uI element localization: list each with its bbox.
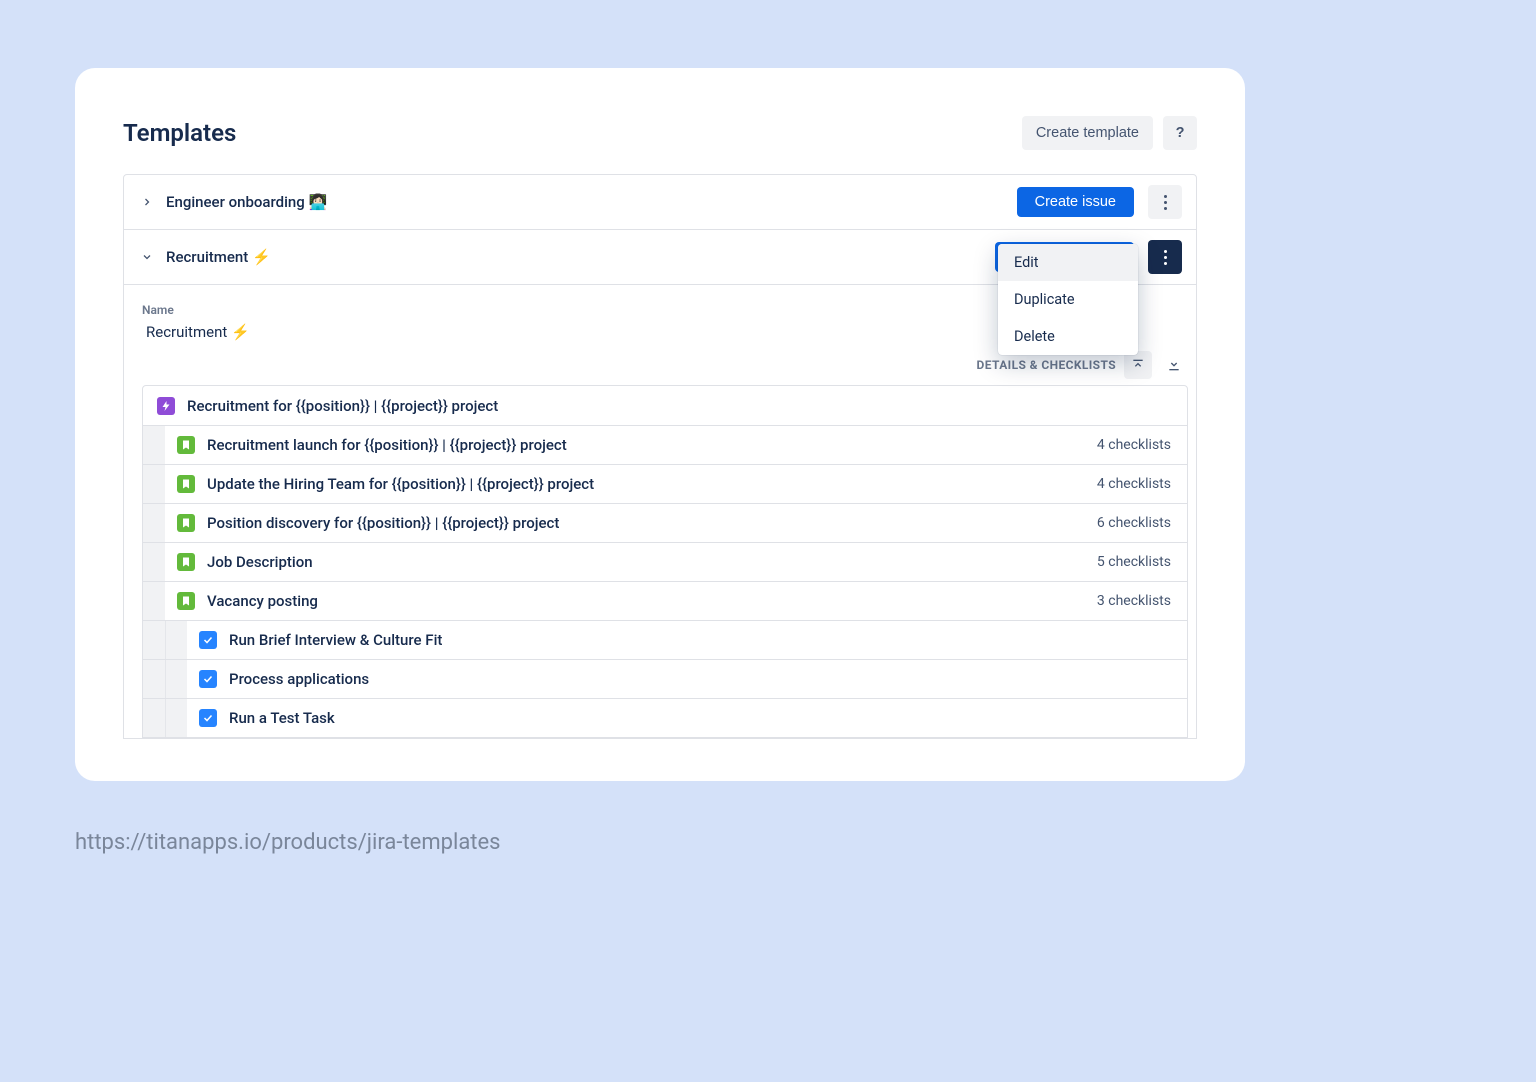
template-row-left[interactable]: Engineer onboarding 👩🏻‍💻 [138,193,327,211]
source-url-caption: https://titanapps.io/products/jira-templ… [75,830,501,855]
menu-item-duplicate[interactable]: Duplicate [998,281,1138,318]
kebab-icon [1164,250,1167,265]
story-icon [177,436,195,454]
story-icon [177,514,195,532]
template-row: Engineer onboarding 👩🏻‍💻 Create issue [124,175,1196,230]
tree-row-story[interactable]: Vacancy posting 3 checklists [143,581,1187,620]
details-checklists-bar: DETAILS & CHECKLISTS [138,351,1196,379]
menu-item-delete[interactable]: Delete [998,318,1138,355]
template-more-button[interactable] [1148,240,1182,274]
tree-title: Recruitment launch for {{position}} | {{… [207,436,567,454]
tree-title: Recruitment for {{position}} | {{project… [187,397,498,415]
template-more-button[interactable] [1148,185,1182,219]
details-checklists-label: DETAILS & CHECKLISTS [977,358,1116,372]
task-icon [199,670,217,688]
tree-title: Job Description [207,553,313,571]
checklist-count: 4 checklists [1097,476,1171,492]
chevron-right-icon [138,193,156,211]
menu-item-edit[interactable]: Edit [998,244,1138,281]
story-icon [177,475,195,493]
tree-title: Position discovery for {{position}} | {{… [207,514,559,532]
issue-tree: Recruitment for {{position}} | {{project… [142,385,1188,738]
header: Templates Create template ? [123,116,1197,150]
checklist-count: 3 checklists [1097,593,1171,609]
tree-title: Update the Hiring Team for {{position}} … [207,475,594,493]
story-icon [177,592,195,610]
tree-row-epic[interactable]: Recruitment for {{position}} | {{project… [143,386,1187,425]
task-icon [199,709,217,727]
tree-row-story[interactable]: Position discovery for {{position}} | {{… [143,503,1187,542]
page-title: Templates [123,119,236,147]
tree-row-task[interactable]: Run Brief Interview & Culture Fit [143,620,1187,659]
help-button[interactable]: ? [1163,116,1197,150]
tree-row-task[interactable]: Process applications [143,659,1187,698]
create-template-button[interactable]: Create template [1022,116,1153,150]
checklist-count: 6 checklists [1097,515,1171,531]
header-actions: Create template ? [1022,116,1197,150]
collapse-all-button[interactable] [1124,351,1152,379]
template-row: Recruitment ⚡ Create issue Edit Duplicat… [124,230,1196,285]
tree-title: Vacancy posting [207,592,318,610]
template-row-left[interactable]: Recruitment ⚡ [138,248,271,266]
epic-icon [157,397,175,415]
tree-title: Run Brief Interview & Culture Fit [229,631,442,649]
context-menu: Edit Duplicate Delete [998,244,1138,355]
expand-all-button[interactable] [1160,351,1188,379]
tree-title: Process applications [229,670,369,688]
kebab-icon [1164,195,1167,210]
chevron-down-icon [138,248,156,266]
checklist-count: 5 checklists [1097,554,1171,570]
create-issue-button[interactable]: Create issue [1017,187,1134,217]
template-title: Recruitment ⚡ [166,248,271,266]
tree-row-story[interactable]: Recruitment launch for {{position}} | {{… [143,425,1187,464]
tree-row-story[interactable]: Job Description 5 checklists [143,542,1187,581]
app-card: Templates Create template ? Engineer onb… [75,68,1245,781]
checklist-count: 4 checklists [1097,437,1171,453]
tree-row-story[interactable]: Update the Hiring Team for {{position}} … [143,464,1187,503]
template-list: Engineer onboarding 👩🏻‍💻 Create issue Re… [123,174,1197,739]
template-title: Engineer onboarding 👩🏻‍💻 [166,193,327,211]
story-icon [177,553,195,571]
tree-row-task[interactable]: Run a Test Task [143,698,1187,737]
tree-title: Run a Test Task [229,709,335,727]
task-icon [199,631,217,649]
